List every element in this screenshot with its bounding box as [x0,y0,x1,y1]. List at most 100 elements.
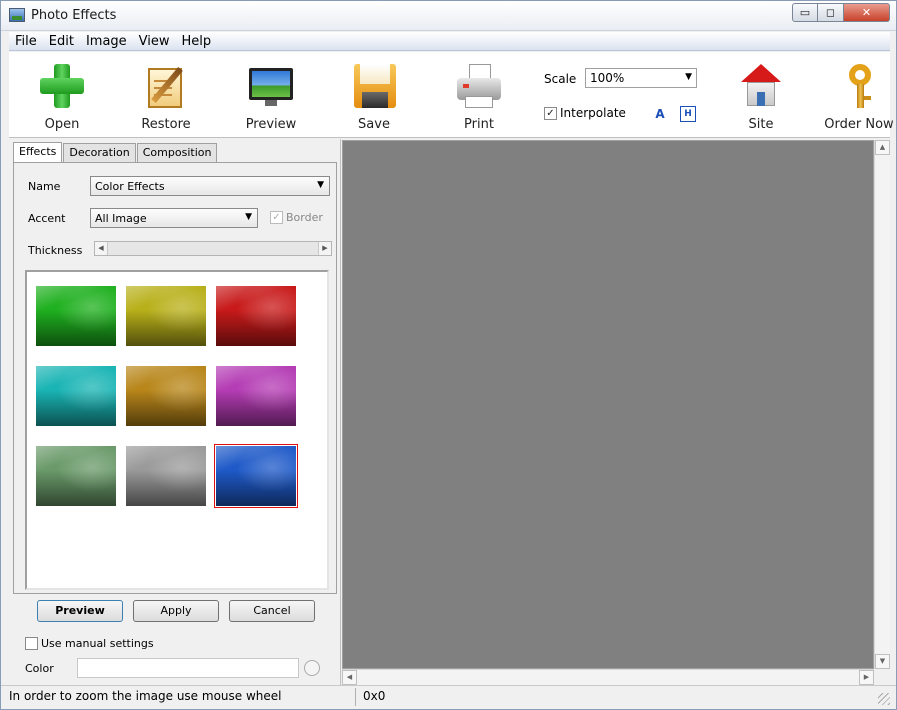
open-button[interactable]: Open [19,56,105,132]
tab-effects[interactable]: Effects [13,142,63,162]
app-icon [9,8,25,22]
arrow-right-icon[interactable]: ▶ [318,242,331,255]
restore-icon [142,62,190,110]
tab-decoration[interactable]: Decoration [63,143,136,162]
menu-bar: File Edit Image View Help [9,32,890,51]
color-picker-icon[interactable] [304,660,320,676]
manual-settings-checkbox[interactable]: Use manual settings [25,637,154,650]
arrow-right-icon[interactable]: ▶ [859,670,874,685]
minimize-button[interactable]: ▭ [792,3,818,22]
menu-edit[interactable]: Edit [43,34,80,49]
save-button[interactable]: Save [331,56,417,132]
chevron-down-icon: ▼ [317,180,324,190]
effects-tab-content: Name Color Effects ▼ Accent All Image ▼ … [13,162,337,594]
maximize-button[interactable]: ◻ [818,3,844,22]
save-icon [350,62,398,110]
arrow-left-icon[interactable]: ◀ [95,242,108,255]
menu-image[interactable]: Image [80,34,133,49]
preview-button[interactable]: Preview [228,56,314,132]
app-window: Photo Effects ▭ ◻ ✕ File Edit Image View… [0,0,897,710]
effect-thumbnail[interactable] [216,366,296,426]
interpolate-check[interactable]: ✓ [544,106,557,120]
manual-settings-check[interactable] [25,637,38,650]
scale-label: Scale [544,72,577,86]
open-icon [38,62,86,110]
action-buttons: Preview Apply Cancel [37,600,325,622]
effect-thumbnail[interactable] [36,446,116,506]
order-now-label: Order Now [824,117,894,132]
effect-thumbnail[interactable] [126,366,206,426]
chevron-down-icon: ▼ [245,212,252,222]
menu-view[interactable]: View [133,34,176,49]
accent-value: All Image [95,212,147,225]
status-hint: In order to zoom the image use mouse whe… [9,689,282,703]
effects-panel: Effects Decoration Composition Name Colo… [9,139,341,685]
horizontal-scrollbar[interactable]: ◀ ▶ [342,669,874,685]
open-label: Open [44,117,80,132]
site-icon [737,62,785,110]
restore-label: Restore [141,117,191,132]
print-label: Print [464,117,494,132]
effect-thumbnail[interactable] [36,286,116,346]
tab-composition[interactable]: Composition [136,143,218,162]
thickness-label: Thickness [28,244,83,257]
print-button[interactable]: Print [436,56,522,132]
window-controls: ▭ ◻ ✕ [792,3,890,22]
effect-thumbnail[interactable] [214,444,298,508]
site-label: Site [748,117,774,132]
effect-thumbnail[interactable] [216,286,296,346]
key-icon [835,62,883,110]
scale-value: 100% [590,71,625,85]
menu-file[interactable]: File [9,34,43,49]
preview-action-button[interactable]: Preview [37,600,123,622]
border-checkbox[interactable]: ✓ Border [270,211,323,224]
toolbar-separator [536,60,537,130]
preview-icon [247,62,295,110]
name-label: Name [28,180,61,193]
color-field[interactable] [77,658,299,678]
effect-thumbnail[interactable] [126,446,206,506]
thickness-slider[interactable]: ◀ ▶ [94,241,332,256]
border-label: Border [286,211,323,224]
arrow-down-icon[interactable]: ▼ [875,654,890,669]
title-bar: Photo Effects ▭ ◻ ✕ [1,1,896,31]
toolbar-separator-2 [705,60,706,130]
order-now-button[interactable]: Order Now [814,56,897,132]
save-label: Save [358,117,390,132]
zoom-text-icon[interactable]: A [652,106,668,122]
scale-dropdown[interactable]: 100% ▼ [585,68,697,88]
color-label: Color [25,662,54,675]
image-canvas[interactable] [342,140,874,669]
arrow-up-icon[interactable]: ▲ [875,140,890,155]
effect-thumbnail[interactable] [36,366,116,426]
preview-label: Preview [245,117,297,132]
site-button[interactable]: Site [718,56,804,132]
print-icon [455,62,503,110]
interpolate-label: Interpolate [560,106,626,120]
close-button[interactable]: ✕ [844,3,890,22]
effects-gallery [25,270,329,590]
resize-grip-icon[interactable] [878,693,890,705]
cancel-button[interactable]: Cancel [229,600,315,622]
status-image-size: 0x0 [363,689,386,703]
effect-thumbnail[interactable] [126,286,206,346]
accent-dropdown[interactable]: All Image ▼ [90,208,258,228]
arrow-left-icon[interactable]: ◀ [342,670,357,685]
toolbar: Open Restore Preview Save Print Scale 10… [9,52,894,138]
accent-label: Accent [28,212,66,225]
restore-button[interactable]: Restore [123,56,209,132]
vertical-scrollbar[interactable]: ▲ ▼ [874,140,890,669]
menu-help[interactable]: Help [176,34,218,49]
status-bar: In order to zoom the image use mouse whe… [1,685,896,709]
chevron-down-icon: ▼ [685,72,692,82]
name-dropdown[interactable]: Color Effects ▼ [90,176,330,196]
name-value: Color Effects [95,180,165,193]
border-check[interactable]: ✓ [270,211,283,224]
apply-button[interactable]: Apply [133,600,219,622]
interpolate-checkbox[interactable]: ✓ Interpolate [544,106,626,120]
window-title: Photo Effects [31,8,117,23]
status-divider [355,688,356,706]
fit-page-icon[interactable]: H [680,106,696,122]
tab-strip: Effects Decoration Composition [13,142,218,163]
manual-settings-label: Use manual settings [41,637,154,650]
